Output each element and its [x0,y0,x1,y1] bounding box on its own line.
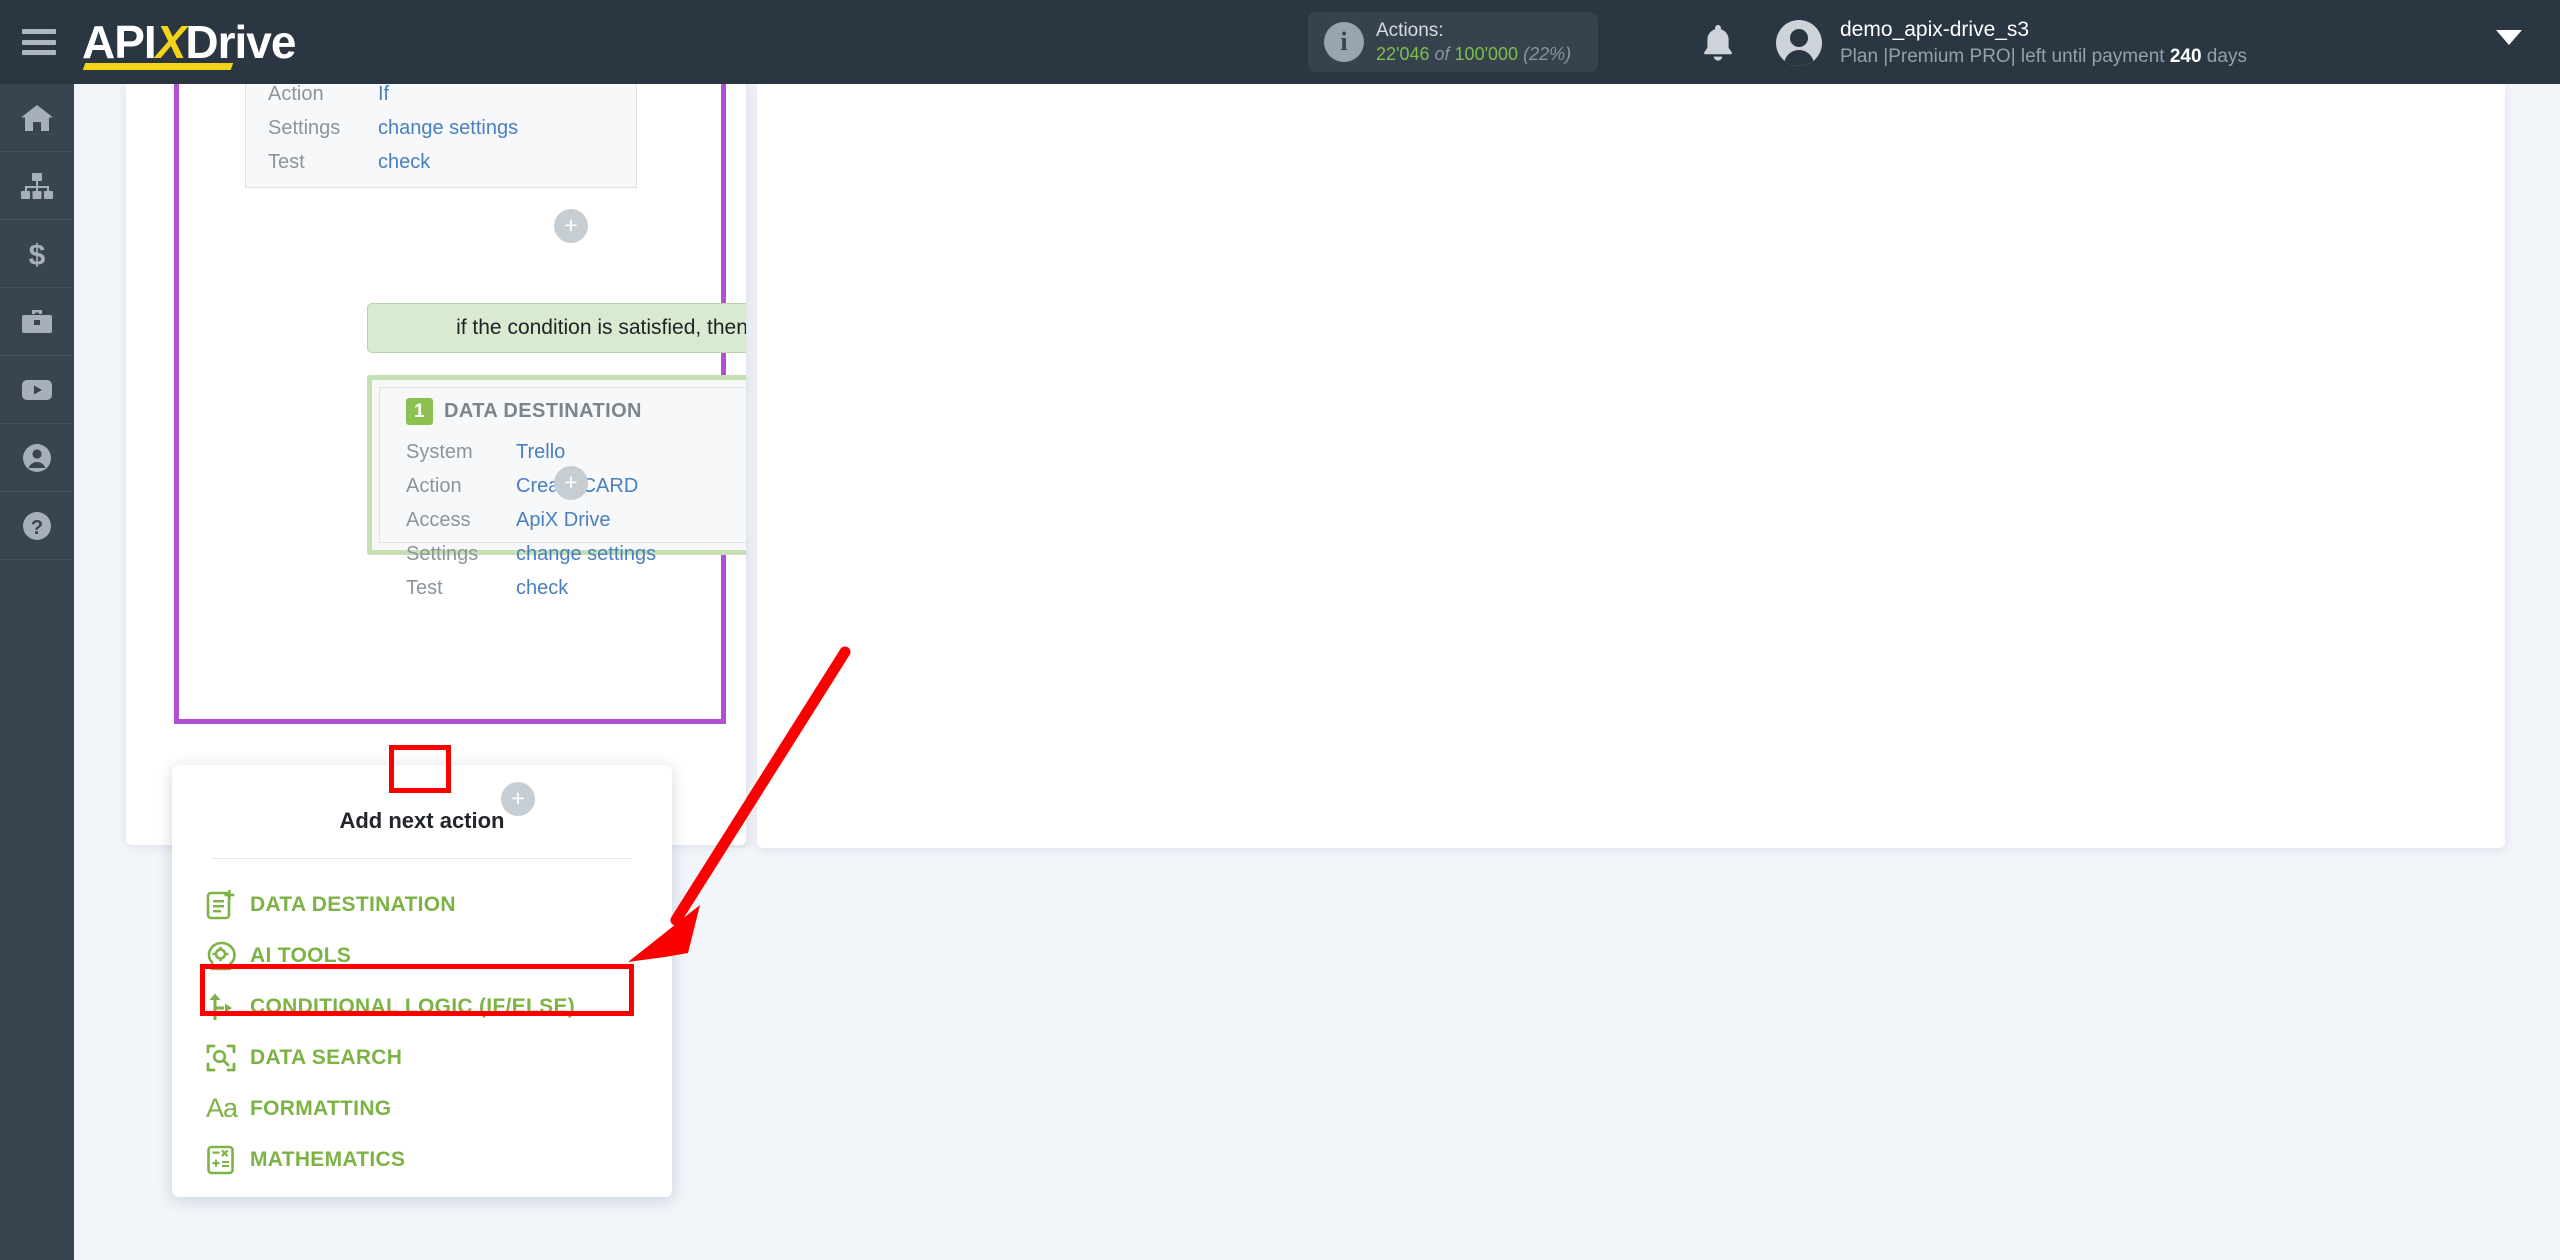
youtube-icon [22,379,52,400]
sidebar-item-profile[interactable] [0,424,74,492]
document-plus-icon [206,889,250,921]
sidebar-item-home[interactable] [0,84,74,152]
actions-label: Actions: [1376,19,1444,41]
sidebar-item-connections[interactable] [0,152,74,220]
user-avatar-icon[interactable] [1776,20,1822,66]
actions-used: 22'046 [1376,43,1430,64]
workflow-panel: Action If Settings change settings Test … [126,84,746,845]
table-row: Test check [406,571,746,605]
card-title: DATA DESTINATION [444,400,642,422]
chevron-down-icon[interactable] [2496,30,2522,45]
sidebar-item-business[interactable] [0,288,74,356]
actions-of: of [1434,43,1450,64]
sidebar-item-billing[interactable]: $ [0,220,74,288]
row-value[interactable]: check [516,571,568,605]
plan-suffix: days [2201,46,2247,68]
question-icon: ? [23,511,51,540]
table-row: Settings change settings [406,537,746,571]
actions-counter[interactable]: i Actions: 22'046 of 100'000 (22%) [1308,12,1598,72]
dollar-icon: $ [29,239,46,270]
table-row: System Trello [406,435,746,469]
apixdrive-logo[interactable]: API X Drive [82,12,296,72]
row-key: Access [406,509,471,531]
calculator-icon [206,1144,250,1176]
briefcase-icon [22,309,52,333]
step-number-badge: 1 [406,398,433,425]
row-value[interactable]: Trello [516,435,565,469]
card-header: 1 DATA DESTINATION [406,398,746,425]
row-key: Settings [268,117,341,139]
table-row: Test check [268,145,636,179]
username: demo_apix-drive_s3 [1840,18,2030,41]
menu-item-label: FORMATTING [250,1096,392,1120]
add-step-button-2[interactable]: + [554,466,588,500]
top-bar: API X Drive i Actions: 22'046 of 100'000 (… [0,0,2560,84]
sitemap-icon [21,172,53,199]
bell-icon[interactable] [1698,22,1738,64]
menu-item-label: MATHEMATICS [250,1147,406,1171]
user-icon [23,443,51,472]
menu-item-data-search[interactable]: DATA SEARCH [206,1032,672,1083]
row-value[interactable]: ApiX Drive [516,503,610,537]
menu-item-data-destination[interactable]: DATA DESTINATION [206,879,672,930]
row-value[interactable]: change settings [378,111,518,145]
table-row: Access ApiX Drive [406,503,746,537]
svg-text:?: ? [31,517,43,539]
menu-item-label: DATA DESTINATION [250,892,456,916]
table-row: Settings change settings [268,111,636,145]
info-icon: i [1324,22,1364,62]
plan-info: Plan |Premium PRO| left until payment 24… [1840,44,2247,70]
actions-usage: 22'046 of 100'000 (22%) [1376,43,1571,66]
if-action-card[interactable]: Action If Settings change settings Test … [245,84,637,188]
svg-text:$: $ [29,239,46,270]
menu-item-mathematics[interactable]: MATHEMATICS [206,1134,672,1185]
row-key: Test [406,577,443,599]
right-content-panel [757,84,2505,848]
annotation-highlight-conditional-logic [200,964,634,1016]
actions-percent: (22%) [1523,43,1572,64]
user-account-block[interactable]: demo_apix-drive_s3 Plan |Premium PRO| le… [1840,16,2247,70]
hamburger-icon[interactable] [22,29,56,55]
row-key: Action [406,475,462,497]
add-next-action-button[interactable]: + [501,782,535,816]
row-key: System [406,441,473,463]
table-row: Action If [268,84,636,111]
search-scan-icon [206,1042,250,1074]
sidebar-item-help[interactable]: ? [0,492,74,560]
data-destination-card[interactable]: 1 DATA DESTINATION System Trello Action … [367,375,746,599]
menu-item-formatting[interactable]: Aa FORMATTING [206,1083,672,1134]
condition-satisfied-label: if the condition is satisfied, then [367,303,746,353]
aa-text-icon: Aa [206,1093,238,1123]
plan-days: 240 [2169,46,2202,68]
sidebar-item-video[interactable] [0,356,74,424]
left-sidebar: $ ? [0,84,74,1260]
row-key: Action [268,84,324,105]
conditional-branch-container: Action If Settings change settings Test … [174,84,746,724]
plan-prefix: Plan |Premium PRO| left until payment [1840,46,2170,68]
home-icon [21,104,53,131]
row-value[interactable]: If [378,84,389,111]
annotation-highlight-add-button [389,745,451,793]
row-value[interactable]: change settings [516,537,656,571]
menu-item-label: DATA SEARCH [250,1045,403,1069]
actions-total: 100'000 [1454,43,1519,64]
row-key: Test [268,151,305,173]
row-key: Settings [406,543,479,565]
logo-underline [82,63,234,70]
row-value[interactable]: check [378,145,430,179]
add-step-button-1[interactable]: + [554,209,588,243]
